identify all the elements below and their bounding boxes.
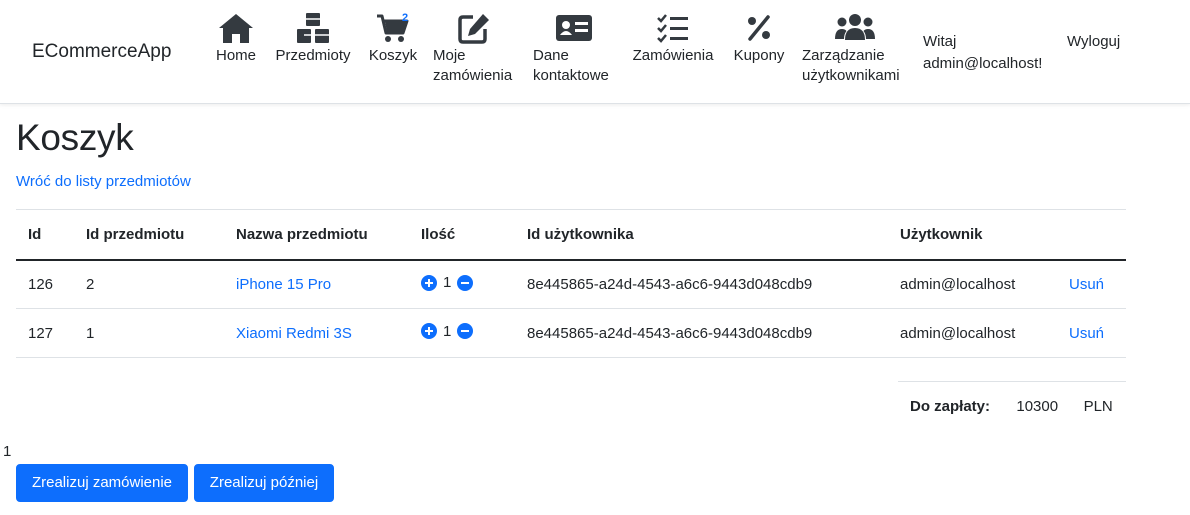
cart-icon: 2 (368, 12, 418, 44)
nav-contact-details-label-1: Dane (533, 47, 569, 64)
header-actions (1057, 209, 1126, 261)
table-row: 127 1 Xiaomi Redmi 3S 1 8e445865-a24d-45… (16, 308, 1126, 358)
header-user-id: Id użytkownika (515, 209, 888, 261)
minus-icon (461, 330, 470, 333)
percent-icon (731, 12, 787, 44)
navbar: ECommerceApp Home Przedmioty 2 Koszyk Mo… (0, 0, 1190, 104)
nav-my-orders[interactable]: Moje zamówienia (433, 12, 518, 86)
back-to-items-link[interactable]: Wróć do listy przedmiotów (16, 173, 191, 190)
order-later-button[interactable]: Zrealizuj później (194, 464, 334, 502)
cell-id: 126 (16, 259, 74, 309)
nav-home-label: Home (215, 47, 256, 64)
total-currency: PLN (1083, 398, 1113, 416)
quantity-stepper: 1 (421, 322, 474, 340)
table-row: 126 2 iPhone 15 Pro 1 8e445865-a24d-4543… (16, 259, 1126, 309)
nav-orders-label: Zamówienia (632, 47, 714, 64)
quantity-value: 1 (443, 322, 452, 340)
nav-user-management[interactable]: Zarządzanie użytkownikami (802, 12, 910, 86)
cell-item-id: 2 (74, 259, 224, 309)
logout-link[interactable]: Wyloguj (1067, 33, 1120, 50)
header-user: Użytkownik (888, 209, 1057, 261)
task-list-icon (630, 12, 716, 44)
nav-products-label: Przedmioty (275, 47, 351, 64)
page-title: Koszyk (16, 117, 134, 158)
cart-table: Id Id przedmiotu Nazwa przedmiotu Ilość … (16, 209, 1126, 358)
cell-user-id: 8e445865-a24d-4543-a6c6-9443d048cdb9 (515, 308, 888, 358)
cell-user: admin@localhost (888, 259, 1057, 309)
nav-cart-label: Koszyk (368, 47, 418, 64)
nav-contact-details[interactable]: Dane kontaktowe (533, 12, 618, 86)
quantity-value: 1 (443, 274, 452, 291)
order-total-table: Do zapłaty: 10300 PLN (898, 381, 1126, 432)
total-label: Do zapłaty: (910, 398, 991, 416)
nav-coupons-label: Kupony (733, 47, 785, 64)
greeting-line-1: Witaj (923, 33, 957, 50)
place-order-button[interactable]: Zrealizuj zamówienie (16, 464, 188, 502)
remove-item-link[interactable]: Usuń (1069, 276, 1104, 293)
cell-quantity: 1 (409, 259, 515, 309)
plus-icon (425, 327, 433, 336)
plus-icon (425, 278, 433, 287)
cell-quantity: 1 (409, 308, 515, 358)
brand-link[interactable]: ECommerceApp (32, 41, 171, 63)
cart-badge: 2 (402, 12, 409, 24)
header-item-name: Nazwa przedmiotu (224, 209, 409, 261)
nav-products[interactable]: Przedmioty (273, 12, 353, 66)
users-icon (802, 12, 910, 44)
nav-home[interactable]: Home (214, 12, 258, 66)
nav-my-orders-label-2: zamówienia (433, 67, 513, 84)
remove-item-link[interactable]: Usuń (1069, 325, 1104, 342)
decrease-quantity-button[interactable] (457, 274, 474, 291)
contact-card-icon (533, 12, 618, 44)
nav-coupons[interactable]: Kupony (731, 12, 787, 66)
minus-icon (461, 281, 470, 284)
nav-contact-details-label-2: kontaktowe (533, 67, 609, 84)
increase-quantity-button[interactable] (421, 274, 437, 291)
stray-text: 1 (3, 443, 12, 460)
quantity-stepper: 1 (421, 274, 474, 291)
cell-item-name: iPhone 15 Pro (224, 259, 409, 309)
nav-user-management-label-1: Zarządzanie (802, 47, 885, 64)
home-icon (214, 12, 258, 44)
cell-user: admin@localhost (888, 308, 1057, 358)
user-greeting: Witaj admin@localhost! (923, 31, 1042, 75)
increase-quantity-button[interactable] (421, 323, 437, 340)
item-name-link[interactable]: Xiaomi Redmi 3S (236, 325, 352, 342)
edit-icon (433, 12, 518, 44)
cell-actions: Usuń (1057, 308, 1126, 358)
cell-item-id: 1 (74, 308, 224, 358)
cell-item-name: Xiaomi Redmi 3S (224, 308, 409, 358)
cell-user-id: 8e445865-a24d-4543-a6c6-9443d048cdb9 (515, 259, 888, 309)
cell-id: 127 (16, 308, 74, 358)
item-name-link[interactable]: iPhone 15 Pro (236, 276, 331, 293)
nav-user-management-label-2: użytkownikami (802, 67, 900, 84)
greeting-line-2: admin@localhost! (923, 55, 1043, 72)
cell-actions: Usuń (1057, 259, 1126, 309)
nav-cart[interactable]: 2 Koszyk (368, 12, 418, 66)
decrease-quantity-button[interactable] (457, 323, 474, 340)
table-header-row: Id Id przedmiotu Nazwa przedmiotu Ilość … (16, 209, 1126, 261)
header-quantity: Ilość (409, 209, 515, 261)
total-amount: 10300 (1016, 398, 1059, 416)
header-id: Id (16, 209, 74, 261)
cubes-icon (273, 12, 353, 44)
header-item-id: Id przedmiotu (74, 209, 224, 261)
total-row: Do zapłaty: 10300 PLN (898, 382, 1126, 432)
nav-my-orders-label-1: Moje (433, 47, 466, 64)
nav-orders[interactable]: Zamówienia (630, 12, 716, 66)
